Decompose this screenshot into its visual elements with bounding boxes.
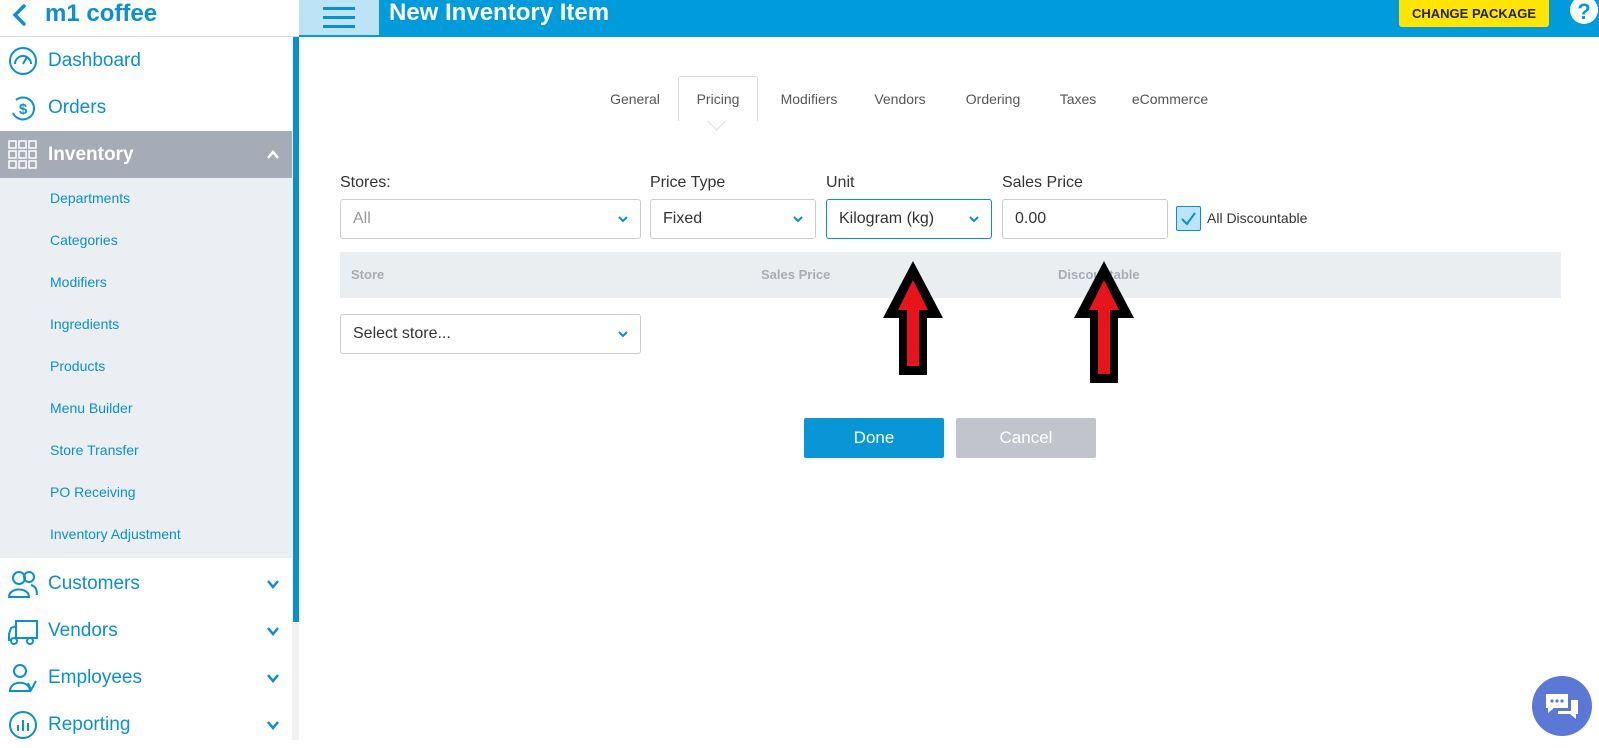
- select-store-dropdown[interactable]: Select store...: [340, 314, 641, 354]
- chevron-down-icon: [793, 216, 803, 223]
- back-chevron-icon[interactable]: [8, 3, 32, 27]
- all-discountable-label: All Discountable: [1207, 210, 1308, 226]
- submenu-item-menu-builder[interactable]: Menu Builder: [50, 400, 133, 416]
- chevron-up-icon[interactable]: [266, 148, 280, 162]
- annotation-arrow-icon: [1074, 261, 1134, 383]
- unit-label: Unit: [826, 174, 855, 191]
- chevron-down-icon[interactable]: [266, 577, 280, 591]
- tab-vendors[interactable]: Vendors: [865, 76, 935, 121]
- unit-value: Kilogram (kg): [839, 210, 935, 227]
- chevron-down-icon[interactable]: [266, 671, 280, 685]
- cancel-button[interactable]: Cancel: [956, 418, 1096, 458]
- annotation-arrow-icon: [883, 261, 943, 375]
- column-header-store: Store: [351, 267, 385, 282]
- tab-pricing[interactable]: Pricing: [678, 76, 758, 121]
- submenu-item-departments[interactable]: Departments: [50, 190, 130, 206]
- submenu-item-inventory-adjustment[interactable]: Inventory Adjustment: [50, 526, 181, 542]
- column-header-sales-price: Sales Price: [761, 267, 831, 282]
- chevron-down-icon: [969, 216, 979, 223]
- page-title: New Inventory Item: [389, 0, 610, 26]
- sales-price-label: Sales Price: [1002, 174, 1083, 191]
- svg-text:?: ?: [1577, 0, 1590, 24]
- chevron-down-icon: [618, 331, 628, 338]
- price-type-label: Price Type: [650, 174, 726, 191]
- stores-select-value: All: [353, 210, 371, 227]
- customers-icon: [8, 570, 38, 598]
- chat-icon: [1546, 694, 1578, 719]
- tab-taxes[interactable]: Taxes: [1050, 76, 1106, 121]
- tab-modifiers[interactable]: Modifiers: [770, 76, 848, 121]
- employees-icon: [8, 663, 37, 692]
- sidebar-item-reporting[interactable]: Reporting: [0, 701, 292, 748]
- price-type-value: Fixed: [663, 210, 703, 227]
- hamburger-icon: [323, 6, 355, 28]
- checkmark-icon: [1181, 212, 1196, 226]
- inventory-grid-icon: [8, 139, 37, 169]
- sidebar-item-employees[interactable]: Employees: [0, 654, 292, 701]
- vendors-truck-icon: [8, 619, 38, 645]
- inventory-submenu: Departments Categories Modifiers Ingredi…: [0, 178, 292, 558]
- submenu-item-products[interactable]: Products: [50, 358, 105, 374]
- sidebar-item-customers[interactable]: Customers: [0, 560, 292, 607]
- sidebar: Dashboard $ Orders Inventory Departments…: [0, 37, 292, 740]
- chat-button[interactable]: [1532, 676, 1592, 736]
- app-name[interactable]: m1 coffee: [45, 0, 157, 28]
- item-tabs: General Pricing Modifiers Vendors Orderi…: [0, 76, 1599, 126]
- tab-ecommerce[interactable]: eCommerce: [1122, 76, 1218, 121]
- submenu-item-store-transfer[interactable]: Store Transfer: [50, 442, 139, 458]
- submenu-item-po-receiving[interactable]: PO Receiving: [50, 484, 136, 500]
- dashboard-icon: [9, 46, 37, 75]
- unit-select[interactable]: Kilogram (kg): [826, 199, 992, 239]
- submenu-item-ingredients[interactable]: Ingredients: [50, 316, 119, 332]
- sidebar-scrollbar[interactable]: [292, 37, 299, 740]
- sidebar-item-label: Inventory: [48, 143, 134, 165]
- change-package-button[interactable]: CHANGE PACKAGE: [1399, 0, 1549, 27]
- tab-general[interactable]: General: [600, 76, 670, 121]
- sales-price-input[interactable]: 0.00: [1002, 199, 1168, 239]
- sidebar-item-label: Dashboard: [48, 49, 141, 71]
- stores-label: Stores:: [340, 174, 391, 191]
- chevron-down-icon: [618, 216, 628, 223]
- tab-ordering[interactable]: Ordering: [953, 76, 1033, 121]
- menu-toggle-button[interactable]: [299, 0, 379, 35]
- sidebar-item-label: Reporting: [48, 713, 131, 735]
- sidebar-item-label: Customers: [48, 572, 140, 594]
- submenu-item-modifiers[interactable]: Modifiers: [50, 274, 107, 290]
- help-icon[interactable]: ?: [1569, 0, 1599, 26]
- all-discountable-checkbox[interactable]: [1176, 206, 1201, 231]
- brand-header: m1 coffee: [0, 0, 299, 37]
- select-store-value: Select store...: [353, 325, 451, 342]
- sidebar-item-label: Vendors: [48, 619, 118, 641]
- sidebar-item-vendors[interactable]: Vendors: [0, 607, 292, 654]
- stores-select[interactable]: All: [340, 199, 641, 239]
- sidebar-item-inventory[interactable]: Inventory: [0, 131, 292, 178]
- submenu-item-categories[interactable]: Categories: [50, 232, 118, 248]
- price-type-select[interactable]: Fixed: [650, 199, 816, 239]
- sales-price-value: 0.00: [1015, 210, 1047, 227]
- sidebar-item-label: Employees: [48, 666, 142, 688]
- top-bar: New Inventory Item CHANGE PACKAGE ?: [299, 0, 1599, 37]
- chevron-down-icon[interactable]: [266, 624, 280, 638]
- reporting-icon: [9, 710, 37, 739]
- store-pricing-table-header: Store Sales Price Discountable: [340, 252, 1561, 298]
- done-button[interactable]: Done: [804, 418, 944, 458]
- chevron-down-icon[interactable]: [266, 718, 280, 732]
